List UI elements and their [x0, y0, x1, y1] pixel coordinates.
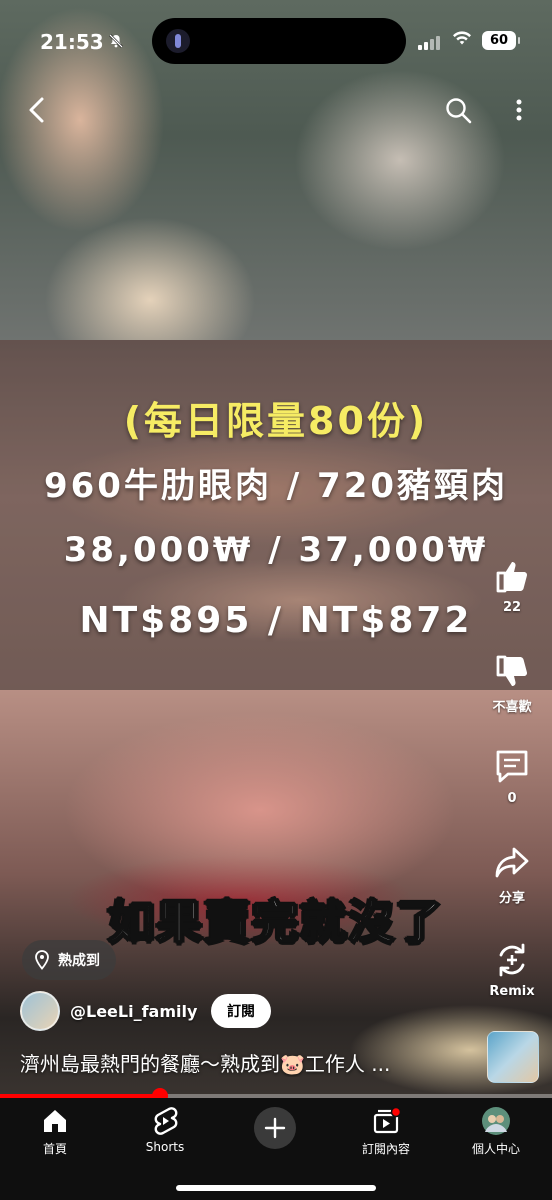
create-button[interactable]	[254, 1107, 296, 1149]
status-bar: 21:53 60	[0, 0, 552, 80]
like-icon	[496, 562, 528, 593]
plus-icon	[264, 1117, 286, 1139]
share-label: 分享	[498, 891, 525, 906]
nav-home[interactable]: 首頁	[0, 1106, 110, 1157]
overlay-limit-text: (每日限量80份)	[123, 399, 429, 443]
like-button[interactable]: 22	[486, 556, 538, 615]
profile-avatar-icon	[482, 1107, 510, 1135]
video-title[interactable]: 濟州島最熱門的餐廳～熟成到🐷工作人 ...	[20, 1048, 472, 1077]
flashlight-icon	[166, 29, 190, 53]
sound-thumbnail[interactable]	[487, 1031, 539, 1083]
share-button[interactable]: 分享	[486, 843, 538, 906]
remix-icon	[499, 943, 525, 977]
status-time: 21:53	[40, 30, 104, 54]
location-label: 熟成到	[58, 953, 100, 969]
location-tag[interactable]: 熟成到	[22, 940, 116, 980]
location-pin-icon	[35, 950, 49, 970]
silent-bell-icon	[108, 33, 124, 53]
search-icon[interactable]	[442, 94, 476, 128]
nav-profile[interactable]: 個人中心	[441, 1106, 551, 1157]
channel-handle[interactable]: @LeeLi_family	[70, 1002, 197, 1021]
comments-button[interactable]: 0	[486, 747, 538, 806]
home-indicator	[176, 1185, 376, 1191]
channel-avatar[interactable]	[20, 991, 60, 1031]
nav-profile-label: 個人中心	[471, 1142, 520, 1156]
cellular-signal-icon	[418, 34, 444, 50]
dislike-button[interactable]: 不喜歡	[486, 652, 538, 715]
shorts-player[interactable]: 21:53 60 (每日限量80份) 960牛肋眼肉 / 720豬頸肉 38,0…	[0, 0, 552, 1200]
comment-count: 0	[507, 791, 517, 806]
overlay-price-twd: NT$895 / NT$872	[79, 600, 473, 641]
subscriptions-icon	[373, 1106, 401, 1134]
more-vert-icon[interactable]	[505, 94, 533, 128]
nav-home-label: 首頁	[42, 1142, 67, 1156]
back-arrow-icon[interactable]	[20, 92, 56, 128]
nav-subscriptions-label: 訂閱內容	[361, 1142, 410, 1156]
wifi-icon	[452, 30, 472, 51]
nav-shorts[interactable]: Shorts	[110, 1106, 220, 1154]
dislike-icon	[496, 655, 528, 686]
remix-label: Remix	[489, 984, 535, 999]
share-icon	[495, 847, 529, 878]
overlay-price-krw: 38,000₩ / 37,000₩	[63, 530, 489, 570]
shorts-icon	[154, 1107, 178, 1135]
nav-subscriptions[interactable]: 訂閱內容	[331, 1106, 441, 1157]
subscribe-button[interactable]: 訂閱	[211, 994, 271, 1028]
remix-button[interactable]: Remix	[486, 940, 538, 999]
nav-shorts-label: Shorts	[145, 1140, 185, 1154]
battery-icon: 60	[482, 31, 520, 50]
dislike-label: 不喜歡	[492, 700, 532, 715]
home-icon	[44, 1110, 66, 1132]
comment-icon	[496, 750, 528, 783]
like-count: 22	[502, 600, 522, 615]
dynamic-island	[152, 18, 406, 64]
overlay-menu-text: 960牛肋眼肉 / 720豬頸肉	[43, 466, 509, 506]
